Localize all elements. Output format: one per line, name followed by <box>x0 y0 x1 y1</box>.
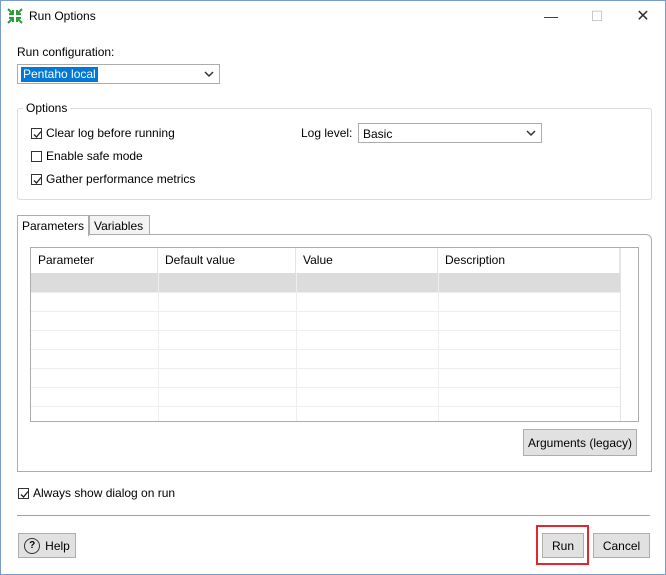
log-level-select[interactable]: Basic <box>358 123 542 143</box>
gather-metrics-label: Gather performance metrics <box>46 172 196 186</box>
run-configuration-label: Run configuration: <box>17 45 115 59</box>
clear-log-label: Clear log before running <box>46 126 175 140</box>
minimize-button[interactable]: — <box>528 1 574 31</box>
log-level-value: Basic <box>363 127 393 141</box>
checkbox-checked-icon <box>18 487 29 499</box>
table-row[interactable] <box>31 387 620 407</box>
table-row[interactable] <box>31 311 620 331</box>
table-row[interactable] <box>31 330 620 350</box>
checkbox-checked-icon <box>31 173 42 185</box>
clear-log-checkbox[interactable]: Clear log before running <box>31 126 175 140</box>
always-show-dialog-label: Always show dialog on run <box>33 486 176 500</box>
gather-metrics-checkbox[interactable]: Gather performance metrics <box>31 172 195 186</box>
column-header-description[interactable]: Description <box>438 248 620 273</box>
parameters-table[interactable]: Parameter Default value Value Descriptio… <box>30 247 639 422</box>
cancel-button[interactable]: Cancel <box>593 533 650 558</box>
maximize-button[interactable]: ☐ <box>574 1 620 31</box>
table-header: Parameter Default value Value Descriptio… <box>31 248 638 273</box>
checkbox-unchecked-icon <box>31 150 42 162</box>
table-row[interactable] <box>31 292 620 312</box>
chevron-down-icon <box>526 130 536 137</box>
log-level-label: Log level: <box>301 126 353 140</box>
window-title: Run Options <box>29 9 96 23</box>
help-icon: ? <box>24 537 41 554</box>
run-options-dialog: Run Options — ☐ ✕ Run configuration: Pen… <box>0 0 666 575</box>
run-configuration-select[interactable]: Pentaho local <box>17 64 220 84</box>
always-show-dialog-checkbox[interactable]: Always show dialog on run <box>18 486 175 500</box>
close-button[interactable]: ✕ <box>620 1 666 31</box>
table-row[interactable] <box>31 368 620 388</box>
column-divider <box>158 273 159 421</box>
table-row[interactable] <box>31 349 620 369</box>
column-divider <box>296 273 297 421</box>
column-divider <box>438 273 439 421</box>
options-group-label: Options <box>23 101 71 115</box>
safe-mode-label: Enable safe mode <box>46 149 143 163</box>
help-button[interactable]: ? Help <box>18 533 76 558</box>
table-row[interactable] <box>31 273 620 293</box>
help-button-label: Help <box>45 538 70 553</box>
table-row[interactable] <box>31 406 620 421</box>
footer-separator <box>17 515 650 516</box>
safe-mode-checkbox[interactable]: Enable safe mode <box>31 149 143 163</box>
tab-parameters[interactable]: Parameters <box>17 215 89 236</box>
column-header-parameter[interactable]: Parameter <box>31 248 158 273</box>
tab-variables[interactable]: Variables <box>89 215 150 234</box>
checkbox-checked-icon <box>31 127 42 139</box>
title-bar: Run Options — ☐ ✕ <box>1 1 665 31</box>
pentaho-app-icon <box>7 8 23 24</box>
vertical-scrollbar[interactable] <box>620 248 638 421</box>
run-configuration-value: Pentaho local <box>21 67 98 82</box>
arguments-legacy-button[interactable]: Arguments (legacy) <box>523 429 637 456</box>
column-header-value[interactable]: Value <box>296 248 438 273</box>
chevron-down-icon <box>204 71 214 78</box>
run-button[interactable]: Run <box>542 533 584 558</box>
column-header-default-value[interactable]: Default value <box>158 248 296 273</box>
